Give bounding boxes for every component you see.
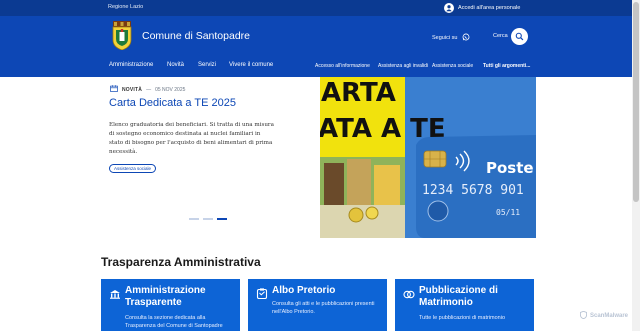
search-label: Cerca [493, 33, 508, 39]
carousel-pagination [189, 218, 227, 220]
image-card-expiry: 05/11 [496, 208, 520, 217]
slim-header: Regione Lazio Accedi all'area personale [0, 0, 632, 16]
hero-description: Elenco graduatoria dei beneficiari. Si t… [109, 122, 274, 155]
card-title-line2: Matrimonio [419, 297, 473, 308]
building-icon [109, 286, 121, 299]
center-header: Comune di Santopadre Seguici su Cerca [0, 16, 632, 58]
login-label: Accedi all'area personale [458, 5, 521, 11]
hero-tag-chip[interactable]: Assistenza sociale [109, 164, 157, 173]
topic-link-accesso-informazione[interactable]: Accesso all'informazione [315, 63, 370, 69]
hero-date: 05 NOV 2025 [155, 86, 186, 93]
page-scrollbar[interactable] [632, 0, 640, 331]
social-follow: Seguici su [432, 33, 470, 43]
card-text-line1: Tutte le pubblicazioni di matrimonio [419, 315, 506, 321]
image-text-line1: ARTA [321, 78, 396, 108]
login-button[interactable]: Accedi all'area personale [444, 2, 520, 14]
clipboard-icon [256, 286, 268, 300]
card-title-line2: Trasparente [125, 297, 182, 308]
card-text-line1: Consulta la sezione dedicata alla [125, 315, 206, 321]
main-navigation: Amministrazione Novità Servizi Vivere il… [0, 58, 632, 77]
nav-item-novita[interactable]: Novità [167, 62, 184, 68]
hero-image[interactable]: ARTA ATA A TE Poste 1234 5678 901 05/11 [320, 77, 536, 238]
watermark: ScanMalware [579, 310, 629, 321]
shield-icon [579, 310, 588, 321]
whatsapp-icon[interactable] [462, 33, 470, 43]
site-title[interactable]: Comune di Santopadre [142, 30, 250, 42]
hero-separator: — [146, 86, 152, 93]
topic-link-tutti-argomenti[interactable]: Tutti gli argomenti... [483, 63, 530, 69]
topic-link-assistenza-invalidi[interactable]: Assistenza agli invalidi [378, 63, 428, 69]
carousel-dot-active[interactable] [217, 218, 227, 220]
page: Regione Lazio Accedi all'area personale … [0, 0, 640, 331]
region-link[interactable]: Regione Lazio [108, 4, 143, 10]
card-pubblicazione-matrimonio[interactable]: Pubblicazione di Matrimonio Tutte le pub… [395, 279, 534, 331]
image-card-brand: Poste [486, 159, 534, 177]
search-icon [515, 28, 524, 46]
topic-link-assistenza-sociale[interactable]: Assistenza sociale [432, 63, 473, 69]
nav-item-servizi[interactable]: Servizi [198, 62, 216, 68]
nav-item-amministrazione[interactable]: Amministrazione [109, 62, 153, 68]
carousel-dot[interactable] [189, 218, 199, 220]
scrollbar-thumb[interactable] [633, 2, 639, 202]
card-title-line1: Amministrazione [125, 285, 206, 296]
rings-icon [403, 286, 415, 299]
hero-category: NOVITÀ [122, 86, 143, 93]
user-icon [444, 3, 454, 13]
card-title-line1: Albo Pretorio [272, 285, 336, 296]
card-text-line2: nell'Albo Pretorio. [272, 309, 315, 315]
follow-label: Seguici su [432, 35, 458, 41]
card-title-line1: Pubblicazione di [419, 285, 498, 296]
card-text-line2: Trasparenza del Comune di Santopadre [125, 323, 223, 329]
nav-item-vivere-il-comune[interactable]: Vivere il comune [229, 62, 273, 68]
search-button[interactable] [511, 28, 528, 45]
carousel-dot[interactable] [203, 218, 213, 220]
image-card-number: 1234 5678 901 [422, 183, 524, 198]
card-albo-pretorio[interactable]: Albo Pretorio Consulta gli atti e le pub… [248, 279, 387, 331]
municipality-crest-logo[interactable] [111, 21, 133, 50]
card-text-line1: Consulta gli atti e le pubblicazioni pre… [272, 301, 375, 307]
calendar-icon [110, 85, 118, 94]
carta-dedicata-illustration: ARTA ATA A TE Poste 1234 5678 901 05/11 [320, 77, 536, 238]
hero-meta: NOVITÀ — 05 NOV 2025 [110, 85, 185, 94]
hero-title[interactable]: Carta Dedicata a TE 2025 [109, 97, 236, 109]
card-amministrazione-trasparente[interactable]: Amministrazione Trasparente Consulta la … [101, 279, 240, 331]
watermark-text: ScanMalware [590, 313, 629, 319]
section-title: Trasparenza Amministrativa [101, 255, 261, 269]
